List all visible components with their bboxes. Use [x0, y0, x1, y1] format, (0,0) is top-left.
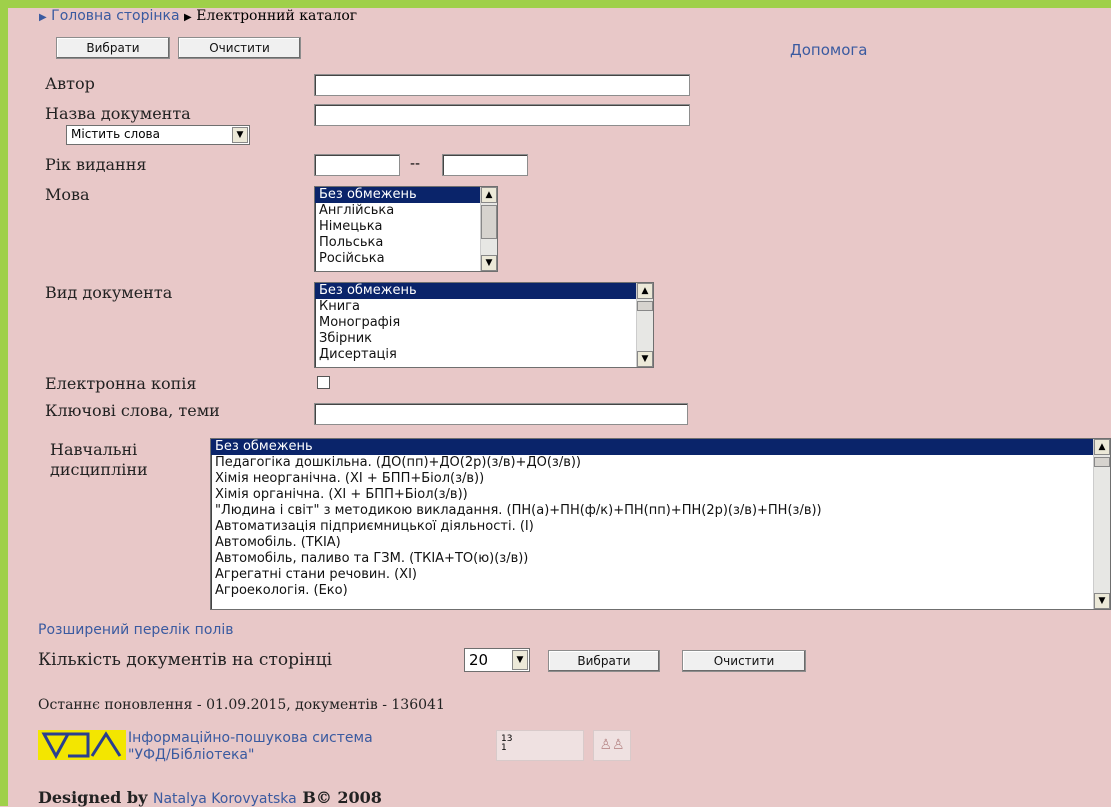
doctype-option[interactable]: Монографія — [315, 315, 653, 331]
title-label: Назва документа — [45, 104, 191, 123]
ecopy-checkbox[interactable] — [317, 376, 330, 389]
doctype-scrollbar[interactable]: ▲ ▼ — [636, 283, 653, 367]
doctype-option[interactable]: Книга — [315, 299, 653, 315]
scroll-down-icon[interactable]: ▼ — [1094, 593, 1110, 609]
doctype-label: Вид документа — [45, 283, 173, 302]
chevron-down-icon: ▼ — [512, 650, 528, 670]
designed-by-line: Designed by Natalya Korovyatska B© 2008 — [38, 788, 382, 807]
doctype-option[interactable]: Збірник — [315, 331, 653, 347]
language-option[interactable]: Німецька — [315, 219, 497, 235]
language-option[interactable]: Англійська — [315, 203, 497, 219]
system-name: Інформаційно-пошукова система "УФД/Біблі… — [128, 730, 373, 764]
page-size-label: Кількість документів на сторінці — [38, 650, 333, 670]
scroll-down-icon[interactable]: ▼ — [637, 351, 653, 367]
year-label: Рік видання — [45, 155, 147, 174]
author-label: Автор — [45, 74, 95, 93]
language-option[interactable]: Без обмежень — [315, 187, 497, 203]
discipline-option[interactable]: Агроекологія. (Еко) — [211, 583, 1110, 599]
clear-button[interactable]: Очистити — [178, 37, 301, 59]
page-size-value: 20 — [469, 651, 489, 669]
breadcrumb-home-link[interactable]: Головна сторінка — [51, 8, 179, 24]
language-label: Мова — [45, 185, 90, 204]
extended-fields-link[interactable]: Розширений перелік полів — [38, 622, 233, 638]
designed-by-label: Designed by — [38, 788, 148, 807]
chevron-down-icon: ▼ — [232, 127, 248, 143]
discipline-option[interactable]: Хімія органічна. (ХІ + БПП+Біол(з/в)) — [211, 487, 1110, 503]
select-button[interactable]: Вибрати — [56, 37, 170, 59]
discipline-option[interactable]: Агрегатні стани речовин. (ХІ) — [211, 567, 1110, 583]
title-mode-select[interactable]: Містить слова ▼ — [66, 125, 250, 145]
system-link-line1[interactable]: Інформаційно-пошукова система — [128, 730, 373, 747]
ufd-logo — [38, 730, 126, 760]
language-listbox[interactable]: Без обмежень Англійська Німецька Польська Ро… — [314, 186, 498, 272]
discipline-option[interactable]: Автомобіль. (ТКІА) — [211, 535, 1110, 551]
breadcrumb-arrow-icon: ▶ — [39, 12, 47, 23]
breadcrumb-current: Електронний каталог — [196, 8, 358, 24]
bottom-clear-button[interactable]: Очистити — [682, 650, 806, 672]
keywords-label: Ключові слова, теми — [45, 401, 220, 420]
scroll-thumb[interactable] — [481, 205, 497, 239]
discipline-option[interactable]: Автомобіль, паливо та ГЗМ. (ТКІА+ТО(ю)(з… — [211, 551, 1110, 567]
disciplines-label-line1: Навчальні — [50, 440, 138, 459]
top-accent-band — [0, 0, 1111, 8]
ecopy-label: Електронна копія — [45, 374, 197, 393]
discipline-option[interactable]: Педагогіка дошкільна. (ДО(пп)+ДО(2р)(з/в… — [211, 455, 1110, 471]
doctype-option[interactable]: Без обмежень — [315, 283, 653, 299]
help-link[interactable]: Допомога — [790, 41, 867, 59]
breadcrumb-arrow-icon: ▶ — [184, 12, 192, 23]
update-info: Останнє поновлення - 01.09.2015, докумен… — [38, 697, 445, 713]
system-link-line2[interactable]: "УФД/Бібліотека" — [128, 747, 373, 764]
people-icon[interactable]: ♙♙ — [593, 730, 631, 761]
copyright-text: B© 2008 — [302, 788, 382, 807]
counter-text: 13 1 — [501, 734, 513, 753]
page-size-select[interactable]: 20 ▼ — [464, 648, 530, 672]
doctype-listbox[interactable]: Без обмежень Книга Монографія Збірник Дисерт… — [314, 282, 654, 368]
language-option[interactable]: Польська — [315, 235, 497, 251]
keywords-input[interactable] — [314, 403, 688, 425]
scroll-thumb[interactable] — [1094, 457, 1110, 467]
scroll-up-icon[interactable]: ▲ — [637, 283, 653, 299]
author-input[interactable] — [314, 74, 690, 96]
doctype-option[interactable]: Дисертація — [315, 347, 653, 363]
bottom-select-button[interactable]: Вибрати — [548, 650, 660, 672]
year-to-input[interactable] — [442, 154, 528, 176]
discipline-option[interactable]: Автоматизація підприємницької діяльності… — [211, 519, 1110, 535]
hit-counter: 13 1 — [496, 730, 584, 761]
disciplines-label: Навчальні дисципліни — [50, 440, 148, 480]
scroll-up-icon[interactable]: ▲ — [1094, 439, 1110, 455]
disciplines-listbox[interactable]: Без обмежень Педагогіка дошкільна. (ДО(пп… — [210, 438, 1111, 610]
disciplines-scrollbar[interactable]: ▲ ▼ — [1093, 439, 1110, 609]
year-from-input[interactable] — [314, 154, 400, 176]
scroll-down-icon[interactable]: ▼ — [481, 255, 497, 271]
scroll-thumb[interactable] — [637, 301, 653, 311]
discipline-option[interactable]: "Людина і світ" з методикою викладання. … — [211, 503, 1110, 519]
language-option[interactable]: Російська — [315, 251, 497, 267]
language-scrollbar[interactable]: ▲ ▼ — [480, 187, 497, 271]
discipline-option[interactable]: Хімія неорганічна. (ХІ + БПП+Біол(з/в)) — [211, 471, 1110, 487]
title-mode-value: Містить слова — [71, 127, 160, 141]
scroll-up-icon[interactable]: ▲ — [481, 187, 497, 203]
designer-link[interactable]: Natalya Korovyatska — [153, 791, 297, 807]
year-separator: -- — [410, 156, 421, 172]
breadcrumb: ▶ Головна сторінка ▶ Електронний каталог — [39, 8, 357, 24]
disciplines-label-line2: дисципліни — [50, 460, 148, 479]
discipline-option[interactable]: Без обмежень — [211, 439, 1110, 455]
title-input[interactable] — [314, 104, 690, 126]
left-accent-band — [0, 0, 8, 806]
ufd-logo-icon — [41, 731, 122, 760]
